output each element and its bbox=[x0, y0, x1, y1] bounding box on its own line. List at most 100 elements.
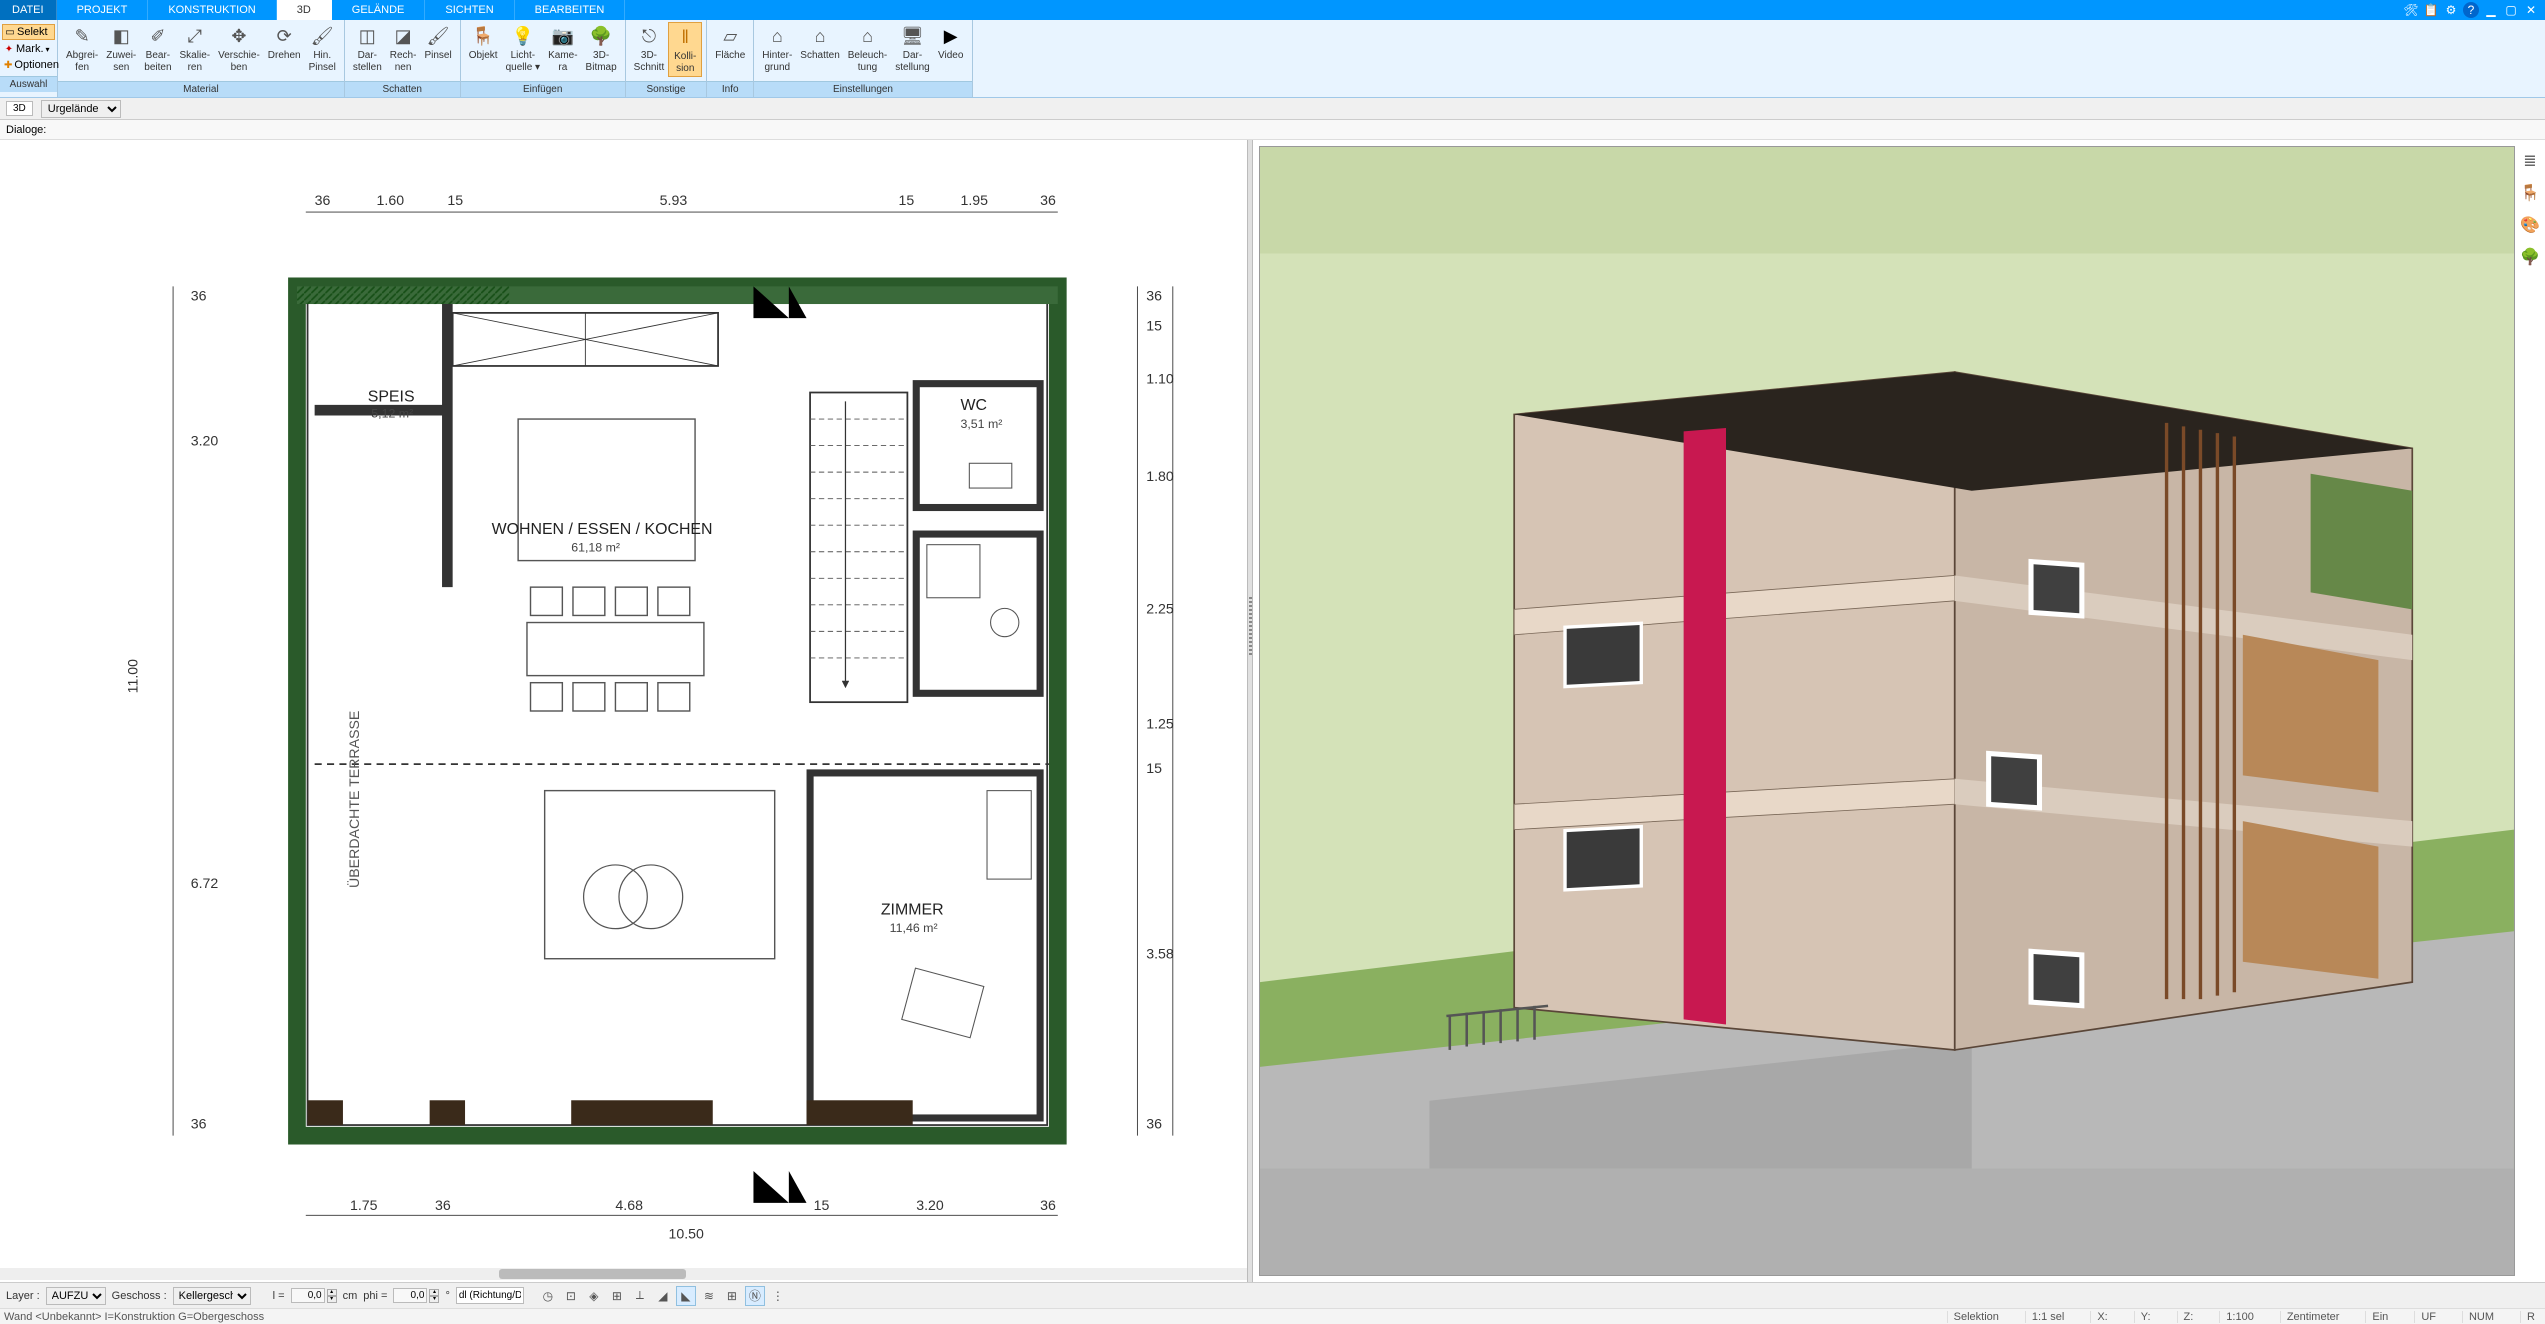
svg-text:15: 15 bbox=[447, 192, 463, 208]
3dschnitt-button[interactable]: ⎋3D- Schnitt bbox=[630, 22, 669, 75]
menu-tab-sichten[interactable]: SICHTEN bbox=[425, 0, 514, 20]
optionen-button[interactable]: ✚Optionen bbox=[2, 58, 55, 72]
tree-icon[interactable]: 🌳 bbox=[2519, 246, 2541, 268]
selekt-button[interactable]: ▭Selekt bbox=[2, 24, 55, 40]
svg-text:36: 36 bbox=[1040, 1197, 1056, 1213]
skalieren-button[interactable]: ⤢Skalie- ren bbox=[176, 22, 215, 75]
phi-unit: ° bbox=[445, 1290, 449, 1302]
sub-toolbar: 3D Urgelände bbox=[0, 98, 2545, 120]
snap-layer2-icon[interactable]: ◣ bbox=[676, 1286, 696, 1306]
svg-text:1.25: 1.25 bbox=[1146, 716, 1174, 732]
hintergrund-button[interactable]: ⌂Hinter- grund bbox=[758, 22, 796, 75]
svg-text:5.93: 5.93 bbox=[660, 192, 688, 208]
svg-text:15: 15 bbox=[814, 1197, 830, 1213]
snap-input[interactable] bbox=[456, 1287, 524, 1304]
verschieben-button[interactable]: ✥Verschie- ben bbox=[214, 22, 264, 75]
geschoss-select[interactable]: Kellergesch bbox=[173, 1287, 251, 1305]
svg-text:ZIMMER: ZIMMER bbox=[881, 901, 944, 918]
snap-endpoint-icon[interactable]: ⊡ bbox=[561, 1286, 581, 1306]
beleuchtung-button[interactable]: ⌂Beleuch- tung bbox=[844, 22, 891, 75]
darstellung-button[interactable]: 🖥Dar- stellung bbox=[891, 22, 933, 75]
hinpinsel-button[interactable]: 🖌Hin. Pinsel bbox=[305, 22, 340, 75]
layer-label: Layer : bbox=[6, 1290, 40, 1302]
abgreifen-button[interactable]: ✎Abgrei- fen bbox=[62, 22, 102, 75]
darstellen-button[interactable]: ◫Dar- stellen bbox=[349, 22, 386, 75]
svg-text:36: 36 bbox=[191, 287, 207, 303]
north-icon[interactable]: Ⓝ bbox=[745, 1286, 765, 1306]
snap-intersect-icon[interactable]: ⊞ bbox=[607, 1286, 627, 1306]
zuweisen-button[interactable]: ◧Zuwei- sen bbox=[102, 22, 140, 75]
clipboard-icon[interactable]: 📋 bbox=[2423, 2, 2439, 18]
menu-tab-projekt[interactable]: PROJEKT bbox=[57, 0, 149, 20]
snap-layer3-icon[interactable]: ≋ bbox=[699, 1286, 719, 1306]
floorplan-svg[interactable]: 36 1.60 15 5.93 15 1.95 36 11.00 36 3.20… bbox=[120, 150, 1217, 1272]
phi-label: phi = bbox=[363, 1290, 387, 1302]
drehen-button[interactable]: ⟳Drehen bbox=[264, 22, 305, 64]
layers-icon[interactable]: ≣ bbox=[2519, 150, 2541, 172]
svg-text:3.20: 3.20 bbox=[191, 433, 219, 449]
svg-text:1.80: 1.80 bbox=[1146, 468, 1174, 484]
group-label-info: Info bbox=[707, 81, 753, 97]
maximize-icon[interactable]: ▢ bbox=[2503, 2, 2519, 18]
plan-hscroll[interactable] bbox=[0, 1268, 1247, 1280]
schatten-set-button[interactable]: ⌂Schatten bbox=[796, 22, 843, 64]
settings-icon[interactable]: ⚙ bbox=[2443, 2, 2459, 18]
minimize-icon[interactable]: ▁ bbox=[2483, 2, 2499, 18]
svg-text:WC: WC bbox=[960, 397, 987, 414]
status-ein: Ein bbox=[2365, 1311, 2394, 1323]
length-spin-up[interactable]: ▴ bbox=[327, 1289, 337, 1296]
floorplan-pane[interactable]: 36 1.60 15 5.93 15 1.95 36 11.00 36 3.20… bbox=[0, 140, 1247, 1282]
3dbitmap-button[interactable]: 🌳3D- Bitmap bbox=[582, 22, 621, 75]
objekt-button[interactable]: 🪑Objekt bbox=[465, 22, 502, 64]
flaeche-button[interactable]: ▱Fläche bbox=[711, 22, 749, 64]
length-unit: cm bbox=[343, 1290, 358, 1302]
mode-tag-3d: 3D bbox=[6, 101, 33, 116]
3d-viewport[interactable] bbox=[1259, 146, 2515, 1276]
svg-text:61,18 m²: 61,18 m² bbox=[571, 541, 620, 555]
bottom-toolbar: Layer : AUFZUG Geschoss : Kellergesch l … bbox=[0, 1282, 2545, 1308]
menu-tab-datei[interactable]: DATEI bbox=[0, 0, 57, 20]
status-sel: 1:1 sel bbox=[2025, 1311, 2070, 1323]
length-spin-down[interactable]: ▾ bbox=[327, 1296, 337, 1303]
ribbon-toolbar: ▭Selekt ✦Mark.▾ ✚Optionen Auswahl ✎Abgre… bbox=[0, 20, 2545, 98]
menu-tab-gelaende[interactable]: GELÄNDE bbox=[332, 0, 426, 20]
bearbeiten-button[interactable]: ✐Bear- beiten bbox=[140, 22, 175, 75]
tools-icon[interactable]: 🛠 bbox=[2403, 2, 2419, 18]
svg-text:WOHNEN / ESSEN / KOCHEN: WOHNEN / ESSEN / KOCHEN bbox=[492, 521, 713, 538]
kollision-button[interactable]: ‖Kolli- sion bbox=[668, 22, 702, 77]
status-bar: Wand <Unbekannt> I=Konstruktion G=Oberge… bbox=[0, 1308, 2545, 1324]
snap-mid-icon[interactable]: ◈ bbox=[584, 1286, 604, 1306]
mark-button[interactable]: ✦Mark.▾ bbox=[2, 42, 55, 56]
status-z: Z: bbox=[2177, 1311, 2200, 1323]
menu-tab-3d[interactable]: 3D bbox=[277, 0, 332, 20]
layer-select[interactable]: AUFZUG bbox=[46, 1287, 106, 1305]
3d-view-pane[interactable]: ≣ 🪑 🎨 🌳 bbox=[1253, 140, 2545, 1282]
main-menu-bar: DATEI PROJEKT KONSTRUKTION 3D GELÄNDE SI… bbox=[0, 0, 2545, 20]
svg-text:15: 15 bbox=[899, 192, 915, 208]
help-icon[interactable]: ? bbox=[2463, 2, 2479, 18]
close-icon[interactable]: ✕ bbox=[2523, 2, 2539, 18]
menu-tab-konstruktion[interactable]: KONSTRUKTION bbox=[148, 0, 276, 20]
chair-icon[interactable]: 🪑 bbox=[2519, 182, 2541, 204]
kamera-button[interactable]: 📷Kame- ra bbox=[544, 22, 581, 75]
grid-icon[interactable]: ⊞ bbox=[722, 1286, 742, 1306]
phi-spin-down[interactable]: ▾ bbox=[429, 1296, 439, 1303]
svg-text:6.72: 6.72 bbox=[191, 875, 219, 891]
group-label-material: Material bbox=[58, 81, 344, 97]
phi-spin-up[interactable]: ▴ bbox=[429, 1289, 439, 1296]
dialoge-bar: Dialoge: bbox=[0, 120, 2545, 140]
rechnen-button[interactable]: ◪Rech- nen bbox=[386, 22, 421, 75]
palette-icon[interactable]: 🎨 bbox=[2519, 214, 2541, 236]
pinsel-button[interactable]: 🖌Pinsel bbox=[420, 22, 455, 64]
menu-tab-bearbeiten[interactable]: BEARBEITEN bbox=[515, 0, 626, 20]
snap-layer1-icon[interactable]: ◢ bbox=[653, 1286, 673, 1306]
video-button[interactable]: ▶Video bbox=[934, 22, 968, 64]
clock-icon[interactable]: ◷ bbox=[538, 1286, 558, 1306]
urgelaende-select[interactable]: Urgelände bbox=[41, 100, 121, 118]
lichtquelle-button[interactable]: 💡Licht- quelle ▾ bbox=[502, 22, 545, 75]
length-input[interactable] bbox=[291, 1288, 325, 1303]
more-icon[interactable]: ⋮ bbox=[768, 1286, 788, 1306]
status-uf: UF bbox=[2414, 1311, 2442, 1323]
snap-perp-icon[interactable]: ⟂ bbox=[630, 1286, 650, 1306]
phi-input[interactable] bbox=[393, 1288, 427, 1303]
